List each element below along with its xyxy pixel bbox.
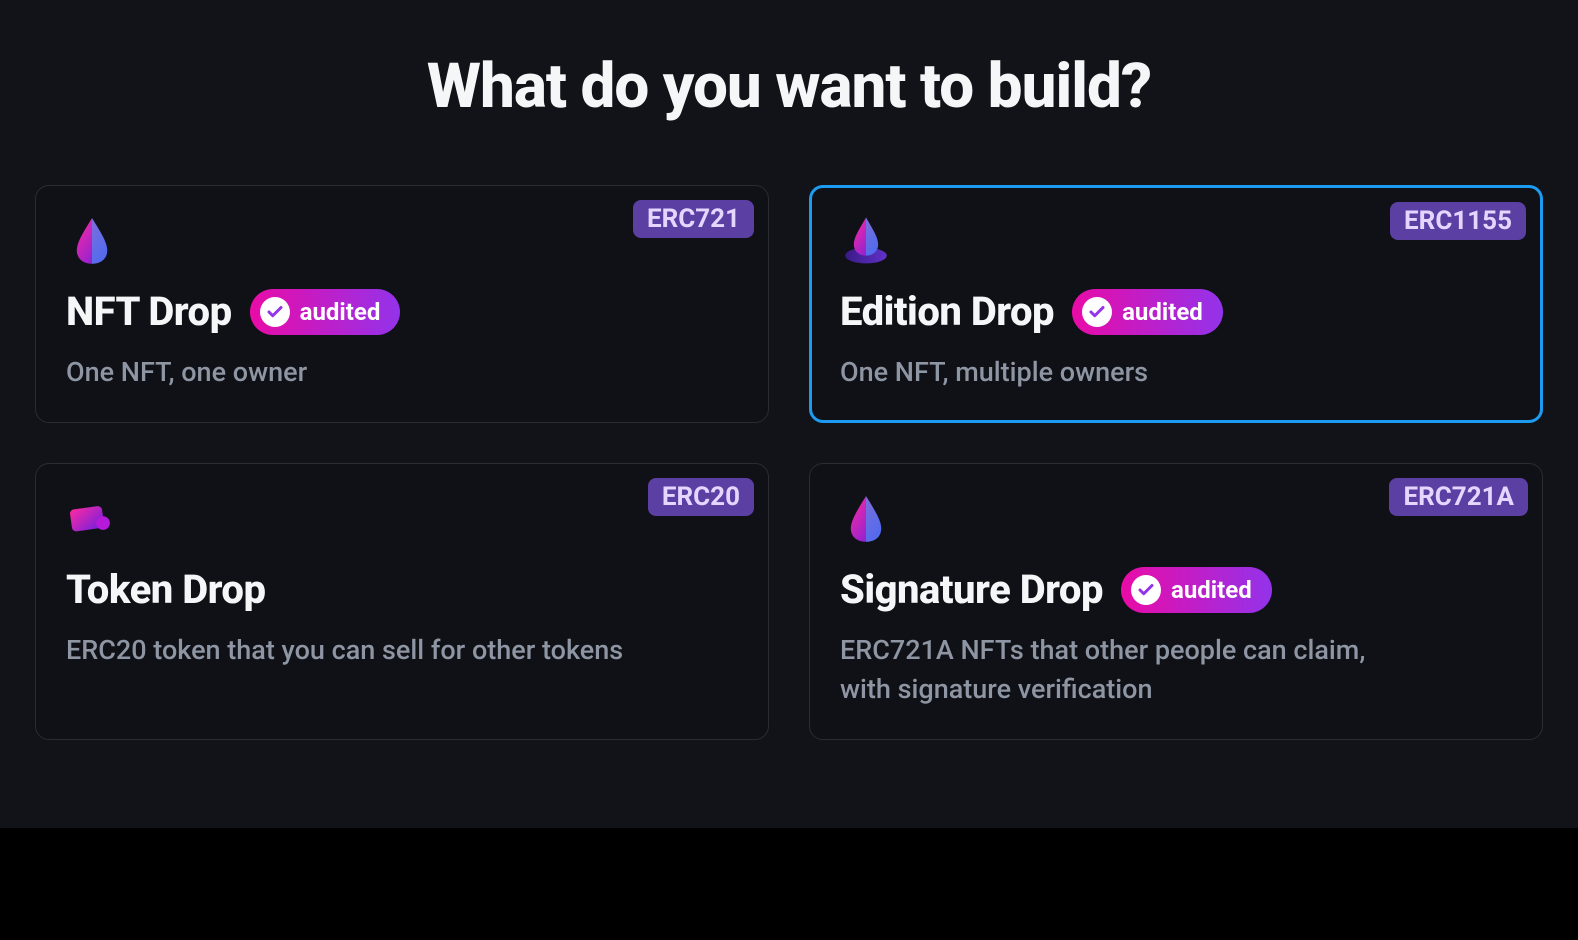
audited-badge: audited bbox=[1072, 289, 1223, 335]
card-edition-drop[interactable]: ERC1155 bbox=[809, 185, 1543, 423]
card-token-drop[interactable]: ERC20 Token Drop bbox=[35, 463, 769, 740]
card-title: Token Drop bbox=[66, 566, 265, 613]
page-title: What do you want to build? bbox=[35, 50, 1543, 123]
token-standard-badge: ERC721A bbox=[1389, 478, 1528, 516]
card-title: NFT Drop bbox=[66, 288, 232, 335]
card-grid: ERC721 NFT Drop bbox=[35, 185, 1543, 740]
audited-label: audited bbox=[300, 298, 381, 326]
token-standard-badge: ERC20 bbox=[648, 478, 754, 516]
token-standard-badge: ERC721 bbox=[633, 200, 754, 238]
card-description: ERC20 token that you can sell for other … bbox=[66, 631, 646, 670]
footer-bar bbox=[0, 828, 1578, 940]
card-description: ERC721A NFTs that other people can claim… bbox=[840, 631, 1420, 709]
card-description: One NFT, multiple owners bbox=[840, 353, 1420, 392]
audited-badge: audited bbox=[1121, 567, 1272, 613]
card-title: Signature Drop bbox=[840, 566, 1103, 613]
drop-disc-icon bbox=[840, 214, 892, 266]
drop-icon bbox=[840, 492, 892, 544]
audited-label: audited bbox=[1122, 298, 1203, 326]
card-nft-drop[interactable]: ERC721 NFT Drop bbox=[35, 185, 769, 423]
card-signature-drop[interactable]: ERC721A Signature Drop bbox=[809, 463, 1543, 740]
audited-label: audited bbox=[1171, 576, 1252, 604]
card-description: One NFT, one owner bbox=[66, 353, 646, 392]
checkmark-icon bbox=[1131, 575, 1161, 605]
checkmark-icon bbox=[260, 297, 290, 327]
audited-badge: audited bbox=[250, 289, 401, 335]
card-title: Edition Drop bbox=[840, 288, 1054, 335]
token-standard-badge: ERC1155 bbox=[1390, 202, 1526, 240]
card-icon bbox=[66, 492, 118, 544]
drop-icon bbox=[66, 214, 118, 266]
checkmark-icon bbox=[1082, 297, 1112, 327]
